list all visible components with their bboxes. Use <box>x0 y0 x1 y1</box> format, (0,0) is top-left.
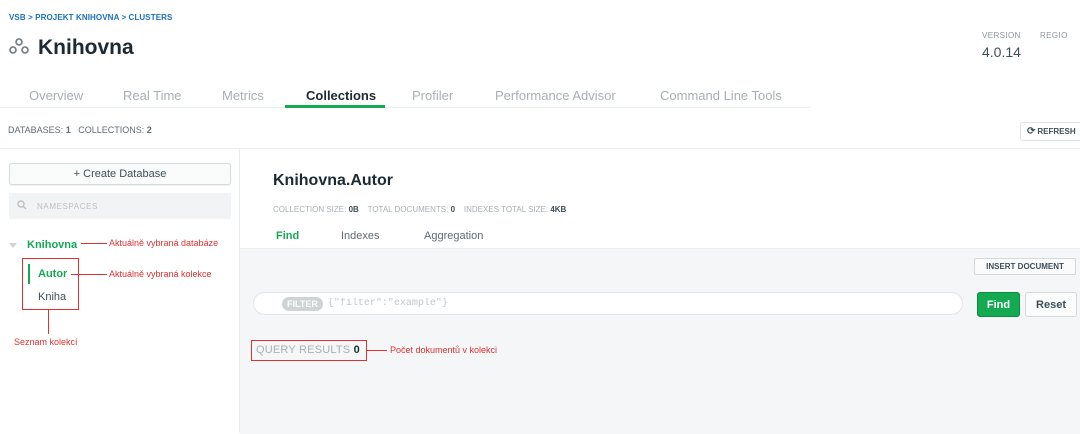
annotation-collection: Aktuálně vybraná kolekce <box>109 269 212 279</box>
collection-size-label: COLLECTION SIZE: <box>273 205 347 214</box>
filter-pill: FILTER <box>282 296 323 311</box>
collection-stats: COLLECTION SIZE: 0B TOTAL DOCUMENTS: 0 I… <box>273 205 566 214</box>
annotation-collection-list: Seznam kolekcí <box>14 337 78 347</box>
caret-down-icon <box>9 236 17 254</box>
databases-label: DATABASES: <box>8 125 64 135</box>
annotation-database: Aktuálně vybraná databáze <box>109 238 219 248</box>
annotation-line <box>81 243 107 244</box>
divider <box>0 148 1080 149</box>
database-stats: DATABASES: 1 COLLECTIONS: 2 <box>8 125 152 135</box>
cluster-icon <box>9 37 29 59</box>
region-label: REGIO <box>1040 31 1068 40</box>
indexes-size-label: INDEXES TOTAL SIZE: <box>463 205 549 214</box>
namespace-search <box>9 193 231 219</box>
insert-document-button[interactable]: INSERT DOCUMENT <box>974 258 1076 275</box>
filter-input[interactable] <box>325 297 930 310</box>
page-title-group: Knihovna <box>9 36 134 60</box>
annotation-line <box>367 350 387 351</box>
tab-overview[interactable]: Overview <box>29 88 83 103</box>
search-icon <box>17 197 27 215</box>
create-database-button[interactable]: + Create Database <box>9 163 231 185</box>
annotation-line <box>48 310 49 334</box>
tab-profiler[interactable]: Profiler <box>412 88 453 103</box>
breadcrumb[interactable]: VSB > PROJEKT KNIHOVNA > CLUSTERS <box>9 13 172 22</box>
tab-command-line-tools[interactable]: Command Line Tools <box>660 88 782 103</box>
annotation-box-collections <box>22 258 79 310</box>
version-label: VERSION <box>982 31 1021 40</box>
tab-indexes[interactable]: Indexes <box>341 230 380 242</box>
tab-find[interactable]: Find <box>276 230 299 242</box>
annotation-box-query-results <box>251 340 367 361</box>
refresh-label: REFRESH <box>1037 127 1076 136</box>
collection-size-value: 0B <box>348 205 359 214</box>
indexes-size-value: 4KB <box>550 205 567 214</box>
tab-performance-advisor[interactable]: Performance Advisor <box>495 88 616 103</box>
tab-aggregation[interactable]: Aggregation <box>424 230 483 242</box>
find-button[interactable]: Find <box>977 292 1020 317</box>
tab-real-time[interactable]: Real Time <box>123 88 182 103</box>
collections-count: 2 <box>146 125 152 135</box>
tab-collections[interactable]: Collections <box>306 88 376 103</box>
collection-title: Knihovna.Autor <box>273 172 393 189</box>
sidebar-item-database[interactable]: Knihovna <box>9 236 77 254</box>
tab-metrics[interactable]: Metrics <box>222 88 264 103</box>
collections-label: COLLECTIONS: <box>78 125 145 135</box>
database-name: Knihovna <box>27 239 78 251</box>
total-documents-value: 0 <box>450 205 456 214</box>
namespace-search-input[interactable] <box>35 200 219 212</box>
total-documents-label: TOTAL DOCUMENTS: <box>367 205 449 214</box>
annotation-doc-count: Počet dokumentů v kolekci <box>390 345 498 355</box>
databases-count: 1 <box>65 125 71 135</box>
page-title: Knihovna <box>38 36 134 59</box>
active-tab-indicator <box>285 105 385 108</box>
main-tabs: Overview Real Time Metrics Collections P… <box>0 84 810 108</box>
refresh-icon: ⟳ <box>1027 126 1036 137</box>
filter-bar: FILTER <box>253 292 963 315</box>
reset-button[interactable]: Reset <box>1025 292 1077 317</box>
version-value: 4.0.14 <box>982 44 1021 60</box>
refresh-button[interactable]: ⟳ REFRESH <box>1020 122 1080 141</box>
